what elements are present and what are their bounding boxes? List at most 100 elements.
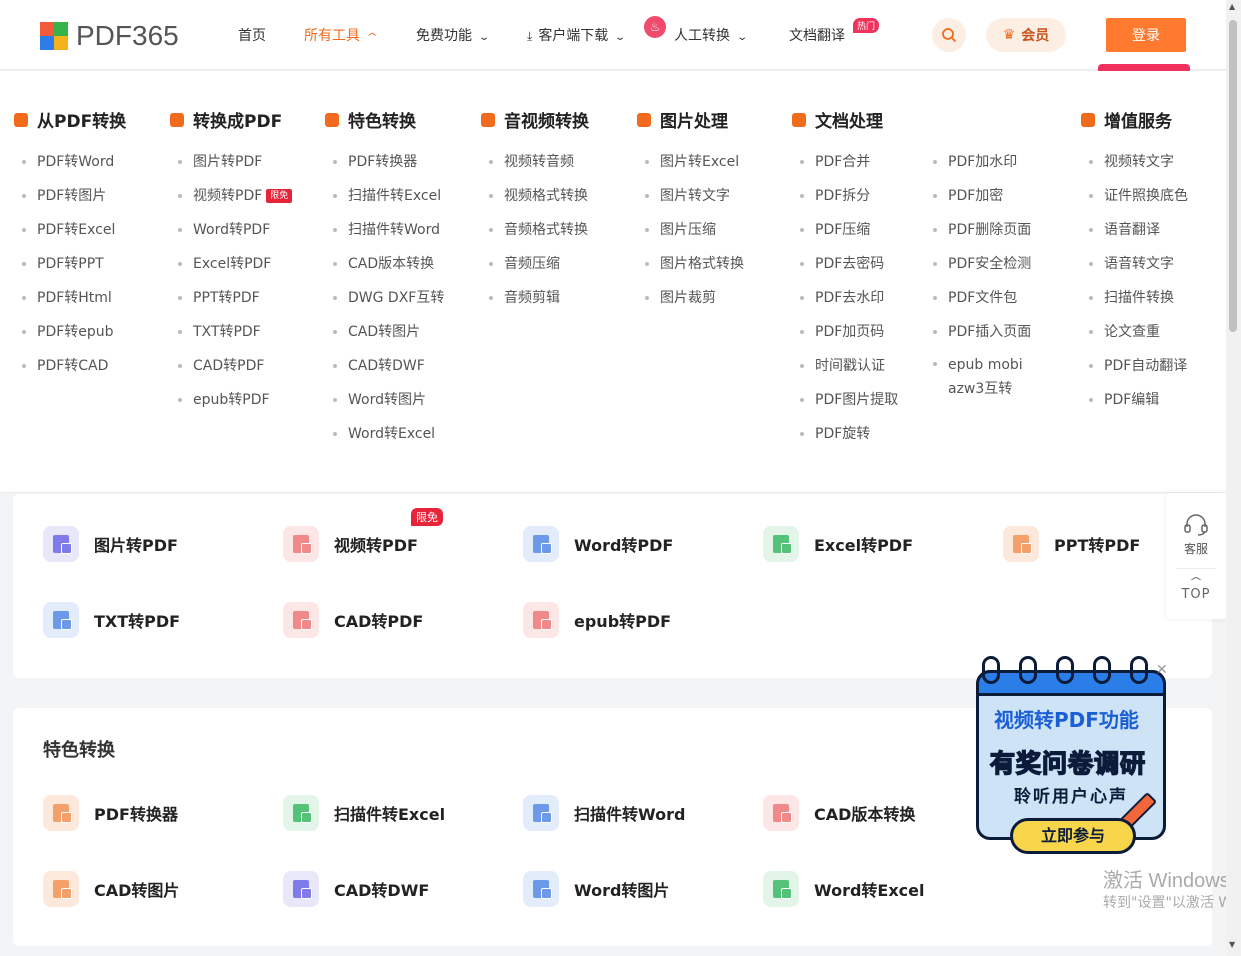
category-title: 转换成PDF: [170, 107, 282, 132]
menu-item[interactable]: epub转PDF: [178, 389, 292, 423]
menu-item[interactable]: 图片裁剪: [645, 287, 744, 321]
nav-free[interactable]: 免费功能 ⌄: [416, 25, 490, 45]
menu-item[interactable]: PDF文件包: [933, 287, 1033, 321]
menu-item[interactable]: 音频格式转换: [489, 219, 588, 253]
menu-item[interactable]: 证件照换底色: [1089, 185, 1188, 219]
menu-item[interactable]: PDF转CAD: [22, 355, 115, 389]
menu-item[interactable]: CAD转DWF: [333, 355, 444, 389]
menu-item[interactable]: 扫描件转Word: [333, 219, 444, 253]
page-scrollbar[interactable]: ▲ ▼: [1226, 0, 1241, 956]
menu-item[interactable]: PDF加页码: [800, 321, 898, 355]
category-title-label: 增值服务: [1104, 112, 1172, 132]
back-to-top-button[interactable]: ^ TOP: [1166, 576, 1226, 602]
menu-item[interactable]: PDF转Word: [22, 151, 115, 185]
tool-card[interactable]: epub转PDF: [523, 602, 671, 638]
menu-item[interactable]: PPT转PDF: [178, 287, 292, 321]
tool-card[interactable]: PPT转PDF: [1003, 526, 1140, 562]
menu-item[interactable]: PDF旋转: [800, 423, 898, 457]
menu-item[interactable]: 论文查重: [1089, 321, 1188, 355]
menu-item[interactable]: PDF转换器: [333, 151, 444, 185]
menu-item[interactable]: CAD转PDF: [178, 355, 292, 389]
menu-item[interactable]: TXT转PDF: [178, 321, 292, 355]
tools-mega-menu: 从PDF转换 PDF转Word PDF转图片 PDF转Excel PDF转PPT PDF转…: [0, 71, 1226, 493]
tool-card[interactable]: 图片转PDF: [43, 526, 178, 562]
menu-item[interactable]: PDF图片提取: [800, 389, 898, 423]
menu-item[interactable]: PDF转图片: [22, 185, 115, 219]
menu-item[interactable]: PDF插入页面: [933, 321, 1033, 355]
vip-button[interactable]: ♛ 会员: [986, 18, 1066, 52]
menu-item[interactable]: 音频压缩: [489, 253, 588, 287]
survey-popup[interactable]: ✕ 视频转PDF功能 有奖问卷调研 聆听用户心声 立即参与: [974, 656, 1170, 856]
tool-card[interactable]: Word转Excel: [763, 871, 925, 907]
tool-card[interactable]: Word转图片: [523, 871, 669, 907]
menu-item[interactable]: PDF转Html: [22, 287, 115, 321]
menu-item[interactable]: 扫描件转换: [1089, 287, 1188, 321]
menu-item[interactable]: 音频剪辑: [489, 287, 588, 321]
nav-manual[interactable]: ♨ 人工转换 ⌄: [644, 16, 748, 45]
scroll-down-icon[interactable]: ▼: [1229, 940, 1235, 949]
close-icon[interactable]: ✕: [1156, 662, 1168, 678]
tool-card[interactable]: CAD转DWF: [283, 871, 429, 907]
menu-item[interactable]: CAD转图片: [333, 321, 444, 355]
menu-item[interactable]: 图片压缩: [645, 219, 744, 253]
tool-card[interactable]: 扫描件转Excel: [283, 795, 445, 831]
tool-card[interactable]: PDF转换器: [43, 795, 178, 831]
search-button[interactable]: [932, 18, 966, 52]
menu-item-label: 图片转Excel: [660, 154, 740, 170]
customer-service-button[interactable]: 客服: [1166, 513, 1226, 557]
survey-join-button[interactable]: 立即参与: [1010, 818, 1136, 854]
menu-item[interactable]: PDF自动翻译: [1089, 355, 1188, 389]
scroll-up-icon[interactable]: ▲: [1229, 2, 1235, 11]
menu-item[interactable]: 图片转Excel: [645, 151, 744, 185]
menu-item[interactable]: PDF加水印: [933, 151, 1033, 185]
nav-download[interactable]: ⤓ 客户端下载 ⌄: [527, 25, 626, 45]
menu-item[interactable]: Excel转PDF: [178, 253, 292, 287]
menu-item[interactable]: PDF编辑: [1089, 389, 1188, 423]
login-button[interactable]: 登录: [1106, 18, 1186, 52]
menu-item[interactable]: PDF拆分: [800, 185, 898, 219]
nav-all-tools[interactable]: 所有工具 ^: [304, 25, 378, 45]
menu-item[interactable]: PDF去密码: [800, 253, 898, 287]
menu-item[interactable]: 图片转PDF: [178, 151, 292, 185]
menu-item[interactable]: PDF安全检测: [933, 253, 1033, 287]
menu-item[interactable]: PDF合并: [800, 151, 898, 185]
tool-card[interactable]: TXT转PDF: [43, 602, 180, 638]
menu-item[interactable]: Word转图片: [333, 389, 444, 423]
menu-item[interactable]: 时间戳认证: [800, 355, 898, 389]
menu-item[interactable]: PDF去水印: [800, 287, 898, 321]
menu-item-label: 扫描件转Excel: [348, 188, 442, 204]
tool-card[interactable]: 扫描件转Word: [523, 795, 685, 831]
menu-item[interactable]: 图片格式转换: [645, 253, 744, 287]
menu-item[interactable]: 视频转文字: [1089, 151, 1188, 185]
scrollbar-thumb[interactable]: [1229, 20, 1237, 332]
menu-item[interactable]: 扫描件转Excel: [333, 185, 444, 219]
menu-item[interactable]: PDF删除页面: [933, 219, 1033, 253]
menu-item[interactable]: PDF转epub: [22, 321, 115, 355]
menu-item[interactable]: 视频转音频: [489, 151, 588, 185]
menu-item[interactable]: 图片转文字: [645, 185, 744, 219]
nav-translate[interactable]: 文档翻译 热门: [789, 18, 879, 45]
menu-item[interactable]: 视频格式转换: [489, 185, 588, 219]
logo[interactable]: PDF365: [40, 20, 179, 52]
menu-item[interactable]: CAD版本转换: [333, 253, 444, 287]
menu-item[interactable]: PDF转Excel: [22, 219, 115, 253]
tool-card[interactable]: Excel转PDF: [763, 526, 913, 562]
menu-item[interactable]: PDF加密: [933, 185, 1033, 219]
tool-card[interactable]: CAD转图片: [43, 871, 179, 907]
menu-item[interactable]: PDF转PPT: [22, 253, 115, 287]
nav-download-label: 客户端下载: [538, 28, 609, 44]
menu-item[interactable]: Word转PDF: [178, 219, 292, 253]
tool-card[interactable]: 视频转PDF: [283, 526, 418, 562]
tool-card[interactable]: CAD版本转换: [763, 795, 915, 831]
menu-item[interactable]: 视频转PDF 限免: [178, 185, 293, 219]
tool-card[interactable]: CAD转PDF: [283, 602, 423, 638]
menu-item[interactable]: Word转Excel: [333, 423, 444, 457]
menu-item[interactable]: epub mobi azw3互转: [933, 353, 1033, 421]
tool-card[interactable]: Word转PDF: [523, 526, 673, 562]
menu-item[interactable]: 语音翻译: [1089, 219, 1188, 253]
survey-line2: 有奖问卷调研: [989, 748, 1147, 779]
menu-item[interactable]: PDF压缩: [800, 219, 898, 253]
menu-item[interactable]: DWG DXF互转: [333, 287, 444, 321]
menu-item[interactable]: 语音转文字: [1089, 253, 1188, 287]
nav-home[interactable]: 首页: [238, 25, 266, 45]
